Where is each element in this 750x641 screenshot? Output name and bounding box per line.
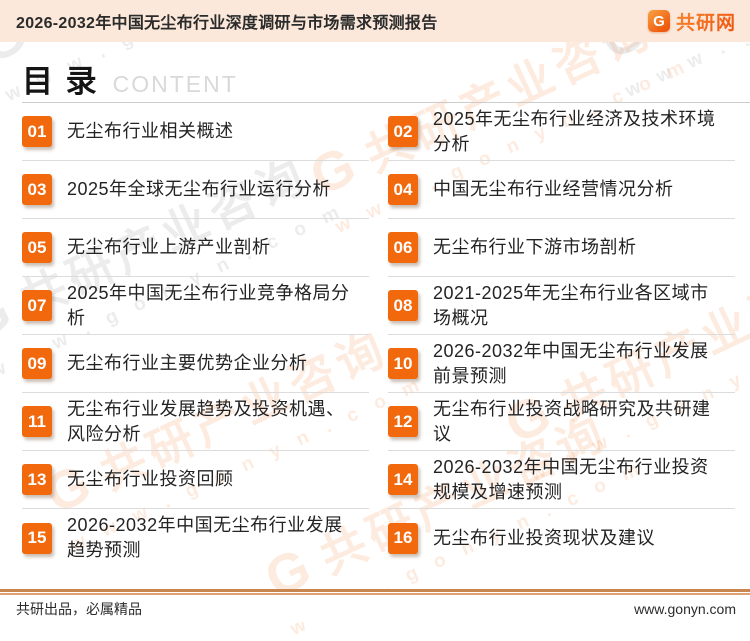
toc-item[interactable]: 14 2026-2032年中国无尘布行业投资 规模及增速预测 [388,451,735,509]
toc-item[interactable]: 13 无尘布行业投资回顾 [22,451,369,509]
toc-item[interactable]: 06 无尘布行业下游市场剖析 [388,219,735,277]
toc-item-title: 无尘布行业相关概述 [67,121,234,141]
toc-item[interactable]: 07 2025年中国无尘布行业竞争格局分 析 [22,277,369,335]
toc-item-title: 无尘布行业投资回顾 [67,469,234,489]
toc-title-en: CONTENT [112,71,238,97]
toc-item-number: 01 [22,116,52,147]
toc-heading: 目 录 CONTENT [22,42,750,103]
toc-item-number: 14 [388,464,418,495]
toc-item-title: 无尘布行业主要优势企业分析 [67,353,308,373]
toc-item[interactable]: 08 2021-2025年无尘布行业各区域市 场概况 [388,277,735,335]
toc-item-number: 08 [388,290,418,321]
toc-item[interactable]: 04 中国无尘布行业经营情况分析 [388,161,735,219]
report-title: 2026-2032年中国无尘布行业深度调研与市场需求预测报告 [16,15,438,32]
toc-item-number: 11 [22,406,52,437]
toc-item-number: 06 [388,232,418,263]
toc-item-number: 15 [22,522,52,554]
toc-item-number: 10 [388,348,418,379]
toc-item-number: 12 [388,406,418,437]
toc-item[interactable]: 16 无尘布行业投资现状及建议 [388,509,735,567]
toc-item-title: 2025年中国无尘布行业竞争格局分 析 [67,282,350,328]
toc-item-number: 05 [22,232,52,263]
toc-item-title: 2026-2032年中国无尘布行业发展 趋势预测 [67,515,343,560]
toc-page: 目 录 CONTENT 01 无尘布行业相关概述 02 2025年无尘布行业经济… [0,42,750,567]
toc-item-number: 04 [388,174,418,205]
brand-logo[interactable]: G 共研网 [647,8,736,35]
toc-item-title: 2026-2032年中国无尘布行业投资 规模及增速预测 [433,456,709,502]
toc-item[interactable]: 10 2026-2032年中国无尘布行业发展 前景预测 [388,335,735,393]
toc-item-number: 09 [22,348,52,379]
toc-title-cn: 目 录 [22,64,99,99]
toc-item-number: 03 [22,174,52,205]
toc-item-number: 07 [22,290,52,321]
toc-item[interactable]: 09 无尘布行业主要优势企业分析 [22,335,369,393]
toc-item-title: 2021-2025年无尘布行业各区域市 场概况 [433,282,709,328]
toc-item-title: 无尘布行业下游市场剖析 [433,237,637,257]
header-bar: 2026-2032年中国无尘布行业深度调研与市场需求预测报告 G 共研网 [0,0,750,42]
toc-item[interactable]: 03 2025年全球无尘布行业运行分析 [22,161,369,219]
toc-item-title: 中国无尘布行业经营情况分析 [433,179,674,199]
brand-logo-text: 共研网 [676,8,736,35]
toc-item[interactable]: 11 无尘布行业发展趋势及投资机遇、 风险分析 [22,393,369,451]
brand-logo-icon: G [647,10,670,32]
toc-item-title: 2025年全球无尘布行业运行分析 [67,179,332,199]
toc-item[interactable]: 12 无尘布行业投资战略研究及共研建 议 [388,393,735,451]
toc-item[interactable]: 02 2025年无尘布行业经济及技术环境 分析 [388,103,735,161]
toc-item-title: 无尘布行业投资现状及建议 [433,527,655,548]
toc-item[interactable]: 15 2026-2032年中国无尘布行业发展 趋势预测 [22,509,369,567]
toc-item[interactable]: 01 无尘布行业相关概述 [22,103,369,161]
toc-item-title: 无尘布行业投资战略研究及共研建 议 [433,398,711,444]
toc-item-title: 2025年无尘布行业经济及技术环境 分析 [433,108,716,154]
toc-item-number: 13 [22,464,52,495]
footer-rule-thick [0,589,750,592]
toc-item[interactable]: 05 无尘布行业上游产业剖析 [22,219,369,277]
footer-slogan: 共研出品，必属精品 [16,600,142,617]
toc-item-title: 2026-2032年中国无尘布行业发展 前景预测 [433,340,709,386]
toc-item-number: 16 [388,522,418,554]
footer: 共研出品，必属精品 www.gonyn.com [0,589,750,622]
toc-grid: 01 无尘布行业相关概述 02 2025年无尘布行业经济及技术环境 分析 03 … [22,103,735,567]
toc-item-title: 无尘布行业上游产业剖析 [67,237,271,257]
toc-item-title: 无尘布行业发展趋势及投资机遇、 风险分析 [67,398,345,444]
footer-website[interactable]: www.gonyn.com [634,601,736,617]
toc-item-number: 02 [388,116,418,147]
